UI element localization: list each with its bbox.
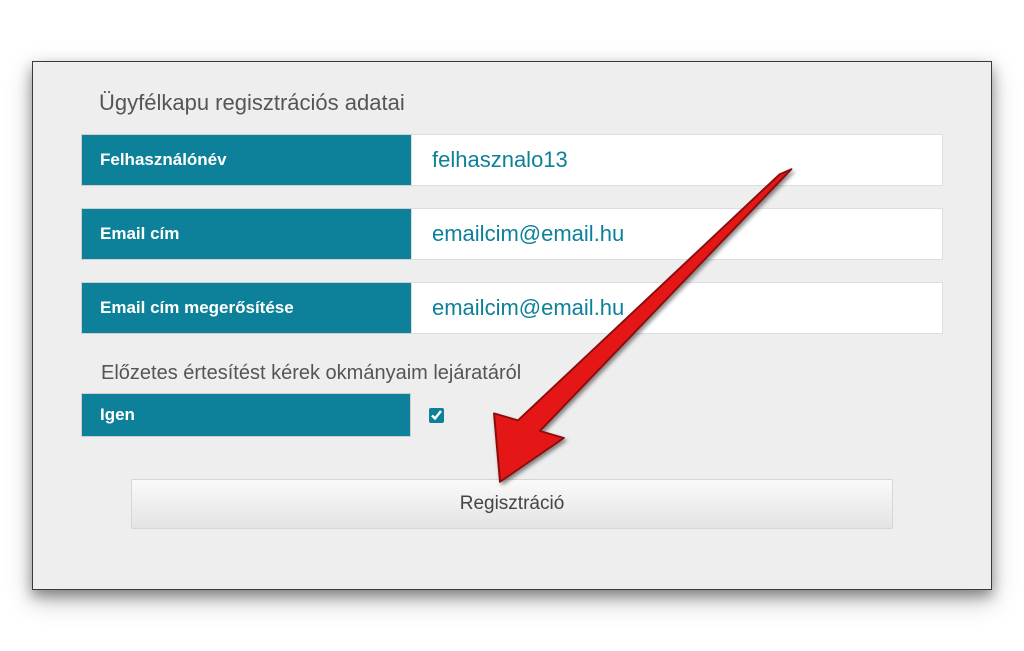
label-email-confirm: Email cím megerősítése (81, 282, 411, 334)
row-username: Felhasználónév (81, 134, 943, 186)
label-yes: Igen (81, 393, 411, 437)
label-username: Felhasználónév (81, 134, 411, 186)
notice-title: Előzetes értesítést kérek okmányaim lejá… (101, 362, 963, 385)
form-panel: Ügyfélkapu regisztrációs adatai Felhaszn… (32, 61, 992, 590)
submit-row: Regisztráció (131, 479, 893, 529)
row-email-confirm: Email cím megerősítése (81, 282, 943, 334)
input-username[interactable] (411, 134, 943, 186)
section-title: Ügyfélkapu regisztrációs adatai (99, 90, 963, 116)
row-yes: Igen (81, 393, 943, 437)
checkbox-notice[interactable] (429, 408, 444, 423)
checkbox-wrap (411, 393, 444, 437)
row-email: Email cím (81, 208, 943, 260)
register-button[interactable]: Regisztráció (131, 479, 893, 529)
input-email[interactable] (411, 208, 943, 260)
input-email-confirm[interactable] (411, 282, 943, 334)
label-email: Email cím (81, 208, 411, 260)
